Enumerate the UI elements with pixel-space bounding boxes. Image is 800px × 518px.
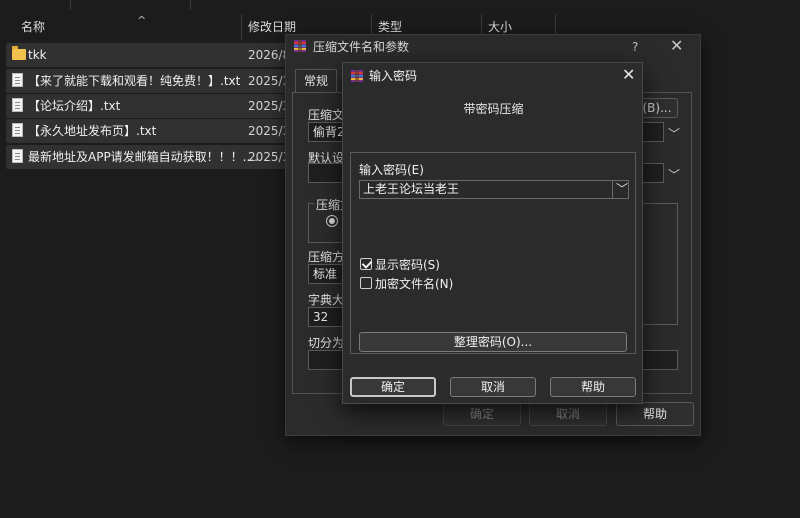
file-name: 【永久地址发布页】.txt xyxy=(28,124,157,138)
encrypt-filenames-label[interactable]: 加密文件名(N) xyxy=(375,275,453,292)
column-name[interactable]: ^ 名称 xyxy=(15,14,242,40)
dialog-title: 压缩文件名和参数 xyxy=(313,40,410,54)
file-row[interactable]: 【来了就能下载和观看！纯免费！】.txt 2025/3, xyxy=(6,69,306,93)
cancel-button[interactable]: 取消 xyxy=(450,377,536,397)
column-name-label: 名称 xyxy=(21,20,46,34)
dialog-title: 输入密码 xyxy=(369,69,418,83)
password-value: 上老王论坛当老王 xyxy=(363,182,460,196)
enter-password-dialog: 输入密码 ✕ 带密码压缩 输入密码(E) 上老王论坛当老王 ﹀ 显示密码(S) … xyxy=(342,62,643,404)
chevron-down-icon[interactable]: ﹀ xyxy=(616,181,628,198)
split-volumes-label: 切分为 xyxy=(308,336,345,350)
close-icon[interactable]: ✕ xyxy=(670,36,683,56)
winrar-icon xyxy=(293,39,307,56)
close-icon[interactable]: ✕ xyxy=(622,65,635,85)
archive-name-label: 压缩文 xyxy=(308,108,345,122)
file-row[interactable]: 最新地址及APP请发邮箱自动获取！！！.... 2025/3, xyxy=(6,145,306,169)
help-icon[interactable]: ? xyxy=(632,37,638,57)
combo-divider xyxy=(612,181,613,198)
format-radio[interactable] xyxy=(326,215,338,227)
file-row[interactable]: 【永久地址发布页】.txt 2025/3, xyxy=(6,119,306,143)
file-name: 最新地址及APP请发邮箱自动获取！！！.... xyxy=(28,150,258,164)
column-type-label: 类型 xyxy=(378,20,403,34)
encrypt-filenames-checkbox[interactable] xyxy=(360,277,372,289)
tab-general[interactable]: 常规 xyxy=(295,69,337,93)
organize-passwords-button[interactable]: 整理密码(O)... xyxy=(359,332,627,352)
sort-ascending-icon: ^ xyxy=(137,14,147,27)
column-size-label: 大小 xyxy=(488,20,513,34)
show-password-checkbox[interactable] xyxy=(360,258,372,270)
chevron-down-icon[interactable]: ﹀ xyxy=(668,166,680,183)
password-input[interactable]: 上老王论坛当老王 ﹀ xyxy=(359,180,629,199)
file-name: tkk xyxy=(28,48,47,62)
help-button[interactable]: 帮助 xyxy=(616,402,694,426)
folder-icon xyxy=(12,46,26,60)
cancel-button[interactable]: 取消 xyxy=(529,402,607,426)
txt-file-icon xyxy=(12,123,23,137)
dictionary-size-label: 字典大 xyxy=(308,293,345,307)
chevron-down-icon[interactable]: ﹀ xyxy=(668,125,680,142)
ok-button[interactable]: 确定 xyxy=(443,402,521,426)
column-modified-label: 修改日期 xyxy=(248,20,297,34)
toolbar-strip xyxy=(0,0,800,12)
file-name: 【来了就能下载和观看！纯免费！】.txt xyxy=(28,74,241,88)
file-row[interactable]: tkk 2026/8, xyxy=(6,43,306,67)
txt-file-icon xyxy=(12,149,23,163)
toolbar-separator xyxy=(70,0,71,10)
method-label: 压缩方 xyxy=(308,250,345,264)
txt-file-icon xyxy=(12,98,23,112)
help-button[interactable]: 帮助 xyxy=(550,377,636,397)
file-name: 【论坛介绍】.txt xyxy=(28,99,121,113)
file-row[interactable]: 【论坛介绍】.txt 2025/3, xyxy=(6,94,306,118)
dialog-subtitle: 带密码压缩 xyxy=(463,102,524,116)
toolbar-separator xyxy=(190,0,191,10)
txt-file-icon xyxy=(12,73,23,87)
winrar-icon xyxy=(350,69,364,86)
password-label: 输入密码(E) xyxy=(359,163,424,177)
ok-button[interactable]: 确定 xyxy=(350,377,436,397)
show-password-label[interactable]: 显示密码(S) xyxy=(375,256,440,273)
